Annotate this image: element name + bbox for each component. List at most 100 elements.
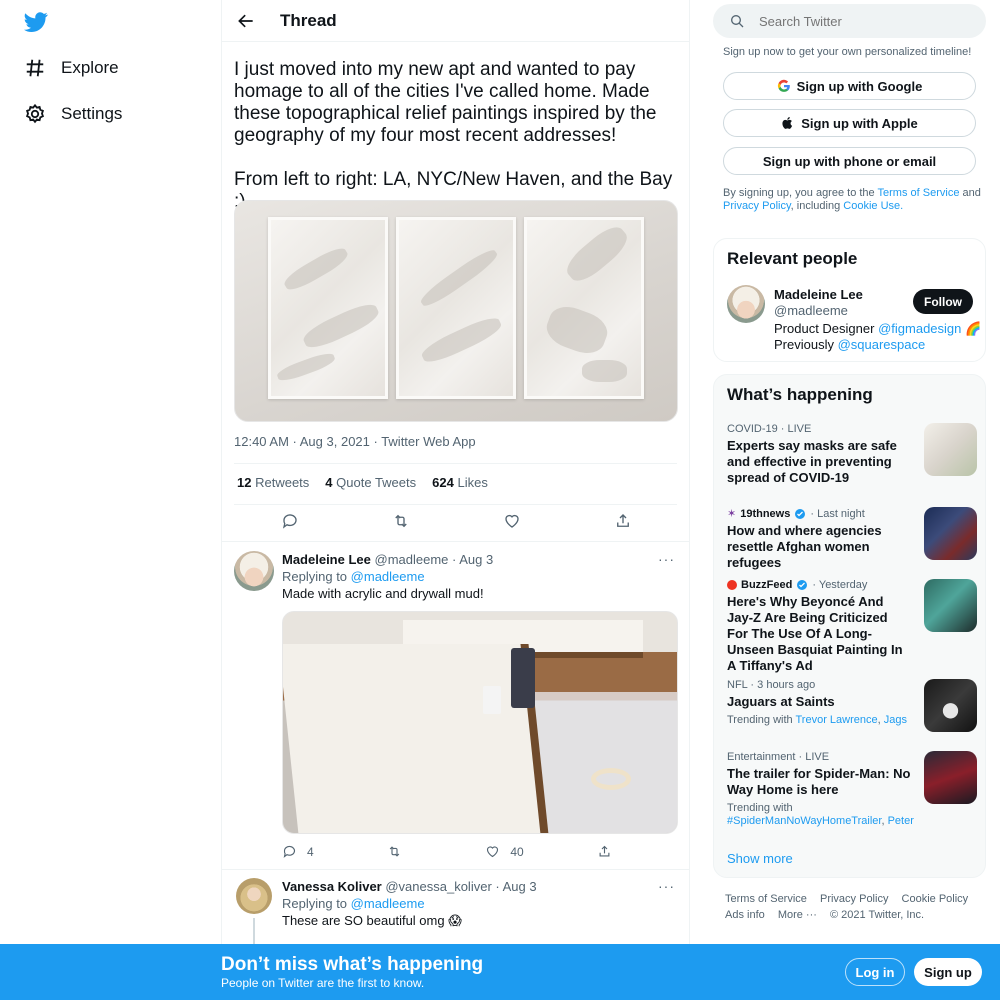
bio-link-figmadesign[interactable]: @figmadesign xyxy=(878,321,961,336)
thread-header: Thread xyxy=(222,0,689,42)
footer-ads-link[interactable]: Ads info xyxy=(725,909,765,921)
trend-thumbnail xyxy=(924,507,977,560)
trend-headline: Jaguars at Saints xyxy=(727,694,835,709)
canvas-board xyxy=(283,644,550,833)
retweets-stat[interactable]: 12 Retweets xyxy=(237,475,309,490)
trend-thumbnail xyxy=(924,679,977,732)
search-icon xyxy=(731,15,744,28)
reply-author-name[interactable]: Madeleine Lee xyxy=(282,552,371,567)
terms-text: and xyxy=(962,187,981,199)
share-icon[interactable] xyxy=(614,512,632,530)
trending-prefix: Trending with xyxy=(727,802,793,814)
trend-item[interactable]: NFL · 3 hours ago Jaguars at Saints Tren… xyxy=(727,679,977,732)
retweets-label: Retweets xyxy=(255,475,310,490)
login-button[interactable]: Log in xyxy=(845,958,905,986)
like-icon[interactable] xyxy=(503,512,521,530)
hashtag-icon xyxy=(26,59,44,77)
avatar[interactable] xyxy=(234,551,274,591)
whats-happening-title: What’s happening xyxy=(727,385,873,404)
signup-apple-button[interactable]: Sign up with Apple xyxy=(723,109,976,137)
footer-links: Terms of Service Privacy Policy Cookie P… xyxy=(725,891,985,923)
relevant-person-name[interactable]: Madeleine Lee xyxy=(774,287,863,302)
verified-badge-icon xyxy=(795,508,806,519)
search-input[interactable] xyxy=(759,13,959,29)
trending-with: Trending with #SpiderManNoWayHomeTrailer… xyxy=(727,802,914,827)
cookie-use-link[interactable]: Cookie Use. xyxy=(843,200,903,212)
replying-to: Replying to @madleeme xyxy=(282,896,425,911)
replying-to-link[interactable]: @madleeme xyxy=(351,896,425,911)
trending-link[interactable]: #SpiderManNoWayHomeTrailer xyxy=(727,815,881,827)
banner-subtitle: People on Twitter are the first to know. xyxy=(221,976,425,990)
follow-button[interactable]: Follow xyxy=(913,289,973,314)
signup-note: Sign up now to get your own personalized… xyxy=(723,46,972,58)
signup-apple-label: Sign up with Apple xyxy=(801,115,918,131)
footer-privacy-link[interactable]: Privacy Policy xyxy=(820,893,888,905)
trend-item[interactable]: COVID-19 · LIVE Experts say masks are sa… xyxy=(727,423,977,486)
tape-roll xyxy=(591,768,631,790)
trend-item[interactable]: Entertainment · LIVE The trailer for Spi… xyxy=(727,751,977,828)
trend-source-name: 19thnews xyxy=(740,507,791,520)
quotes-stat[interactable]: 4 Quote Tweets xyxy=(325,475,416,490)
cup xyxy=(483,686,501,714)
reply-action[interactable]: 4 xyxy=(282,844,314,859)
trend-item[interactable]: ✶ 19thnews · Last night How and where ag… xyxy=(727,507,977,571)
relevant-people-title: Relevant people xyxy=(727,249,858,268)
trend-thumbnail xyxy=(924,423,977,476)
privacy-policy-link[interactable]: Privacy Policy xyxy=(723,200,791,212)
signup-phone-button[interactable]: Sign up with phone or email xyxy=(723,147,976,175)
reply-text: These are SO beautiful omg 😱 xyxy=(282,913,462,928)
avatar[interactable] xyxy=(236,878,272,914)
replying-to-link[interactable]: @madleeme xyxy=(351,569,425,584)
trending-with: Trending with Trevor Lawrence, Jags xyxy=(727,714,907,726)
nav-item-label: Settings xyxy=(61,104,123,123)
retweet-icon[interactable] xyxy=(392,512,410,530)
signup-google-button[interactable]: Sign up with Google xyxy=(723,72,976,100)
footer-more-link[interactable]: More ··· xyxy=(778,909,817,921)
nav-item-settings[interactable]: Settings xyxy=(24,99,122,129)
footer-terms-link[interactable]: Terms of Service xyxy=(725,893,807,905)
reply-header: Vanessa Koliver @vanessa_koliver · Aug 3 xyxy=(282,879,537,894)
search-bar[interactable] xyxy=(713,4,986,38)
signup-banner: Don’t miss what’s happening People on Tw… xyxy=(0,944,1000,1000)
footer-cookie-link[interactable]: Cookie Policy xyxy=(902,893,969,905)
share-action[interactable] xyxy=(597,844,612,859)
trending-link[interactable]: Jags xyxy=(884,714,907,726)
trending-link[interactable]: Trevor Lawrence xyxy=(795,714,877,726)
quotes-label: Quote Tweets xyxy=(336,475,417,490)
signup-button[interactable]: Sign up xyxy=(914,958,982,986)
like-count: 40 xyxy=(510,844,524,859)
bio-link-squarespace[interactable]: @squarespace xyxy=(838,337,926,352)
relief-painting-nyc xyxy=(396,217,516,399)
banner-title: Don’t miss what’s happening xyxy=(221,954,484,975)
bio-text: Product Designer xyxy=(774,321,875,336)
tweet-image[interactable] xyxy=(234,200,678,422)
reply-author-name[interactable]: Vanessa Koliver xyxy=(282,879,382,894)
tweet-timestamp: 12:40 AM · Aug 3, 2021 · Twitter Web App xyxy=(234,434,476,449)
retweet-action[interactable] xyxy=(387,844,412,859)
reply-image[interactable] xyxy=(282,611,678,834)
trend-source-name: BuzzFeed xyxy=(741,579,793,591)
bio-text: Previously xyxy=(774,337,834,352)
nav-item-explore[interactable]: Explore xyxy=(24,53,119,83)
trend-item[interactable]: BuzzFeed · Yesterday Here's Why Beyoncé … xyxy=(727,579,977,674)
reply-icon[interactable] xyxy=(281,512,299,530)
trending-link[interactable]: Peter xyxy=(888,815,914,827)
relief-painting-bay xyxy=(524,217,644,399)
reply-handle-date: @madleeme · Aug 3 xyxy=(374,552,494,567)
twitter-logo-icon[interactable] xyxy=(24,10,48,34)
more-options-icon[interactable]: ··· xyxy=(658,551,675,567)
google-icon xyxy=(777,79,790,92)
terms-text: , including xyxy=(790,200,841,212)
back-arrow-icon[interactable] xyxy=(236,11,256,31)
show-more-link[interactable]: Show more xyxy=(727,851,793,866)
more-options-icon[interactable]: ··· xyxy=(658,878,675,894)
like-action[interactable]: 40 xyxy=(485,844,524,859)
terms-of-service-link[interactable]: Terms of Service xyxy=(878,187,960,199)
retweets-count: 12 xyxy=(237,475,252,490)
trend-headline: Experts say masks are safe and effective… xyxy=(727,438,897,485)
trending-prefix: Trending with xyxy=(727,714,793,726)
likes-stat[interactable]: 624 Likes xyxy=(432,475,488,490)
avatar[interactable] xyxy=(727,285,765,323)
gear-icon xyxy=(25,103,45,124)
retweet-icon xyxy=(389,846,400,857)
